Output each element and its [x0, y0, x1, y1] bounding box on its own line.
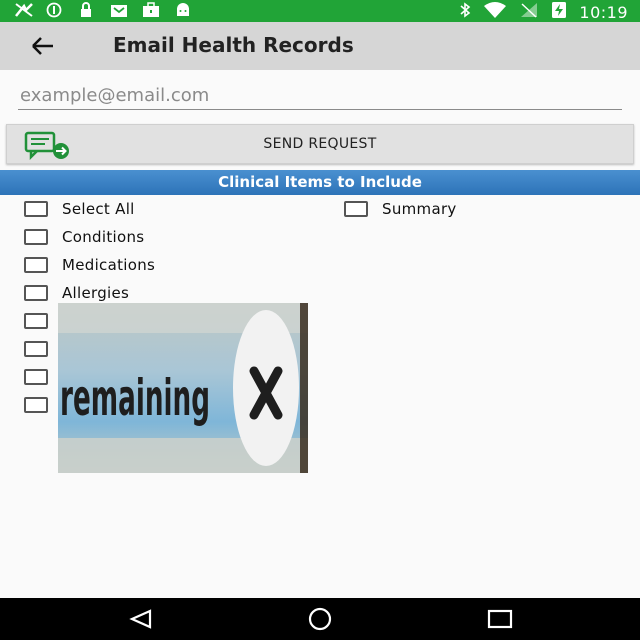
checkbox-label: Select All: [62, 200, 135, 218]
checkbox-box[interactable]: [24, 201, 48, 217]
checkbox-label: Summary: [382, 200, 457, 218]
checkbox-item-7[interactable]: [24, 367, 62, 387]
checkbox-label: Conditions: [62, 228, 145, 246]
recents-square-icon[interactable]: [487, 608, 513, 630]
overlay-ad-image[interactable]: remaining: [58, 303, 308, 473]
checkbox-box[interactable]: [24, 341, 48, 357]
checkbox-box[interactable]: [344, 201, 368, 217]
checkbox-select-all[interactable]: Select All: [24, 199, 135, 219]
checkbox-label: Medications: [62, 256, 156, 274]
app-bar: Email Health Records: [0, 22, 640, 70]
checkbox-item-5[interactable]: [24, 311, 62, 331]
checkbox-item-6[interactable]: [24, 339, 62, 359]
checkbox-medications[interactable]: Medications: [24, 255, 155, 275]
inbox-icon: [110, 2, 128, 18]
alert-circle-icon: [46, 2, 64, 18]
home-circle-icon[interactable]: [306, 607, 334, 631]
wifi-icon: [483, 2, 507, 22]
send-request-label: SEND REQUEST: [263, 136, 377, 152]
email-input[interactable]: [18, 82, 622, 110]
ad-text: remaining: [60, 369, 210, 427]
no-signal-icon: [519, 2, 539, 22]
checkbox-allergies[interactable]: Allergies: [24, 283, 129, 303]
bluetooth-icon: [459, 2, 471, 22]
checkbox-summary[interactable]: Summary: [344, 199, 457, 219]
status-bar: 10:19: [0, 0, 640, 22]
send-request-button[interactable]: SEND REQUEST: [6, 124, 634, 164]
arrow-back-icon: [32, 37, 53, 55]
page-title: Email Health Records: [113, 33, 354, 57]
checkbox-box[interactable]: [24, 257, 48, 273]
android-icon: [174, 2, 192, 18]
lock-icon: [78, 2, 96, 18]
checkbox-conditions[interactable]: Conditions: [24, 227, 144, 247]
checkbox-box[interactable]: [24, 285, 48, 301]
checkbox-box[interactable]: [24, 397, 48, 413]
navigation-bar: [0, 598, 640, 640]
section-header: Clinical Items to Include: [0, 170, 640, 195]
checkbox-box[interactable]: [24, 313, 48, 329]
checkbox-box[interactable]: [24, 369, 48, 385]
briefcase-icon: [142, 2, 160, 18]
battery-charging-icon: [551, 1, 567, 23]
checkbox-label: Allergies: [62, 284, 130, 302]
back-button[interactable]: [28, 32, 58, 60]
sync-off-icon: [14, 2, 33, 18]
notification-icons: [14, 2, 192, 18]
checkbox-item-8[interactable]: [24, 395, 62, 415]
clock: 10:19: [579, 2, 628, 22]
back-triangle-icon[interactable]: [128, 608, 154, 630]
checkbox-box[interactable]: [24, 229, 48, 245]
system-icons: 10:19: [459, 1, 628, 23]
